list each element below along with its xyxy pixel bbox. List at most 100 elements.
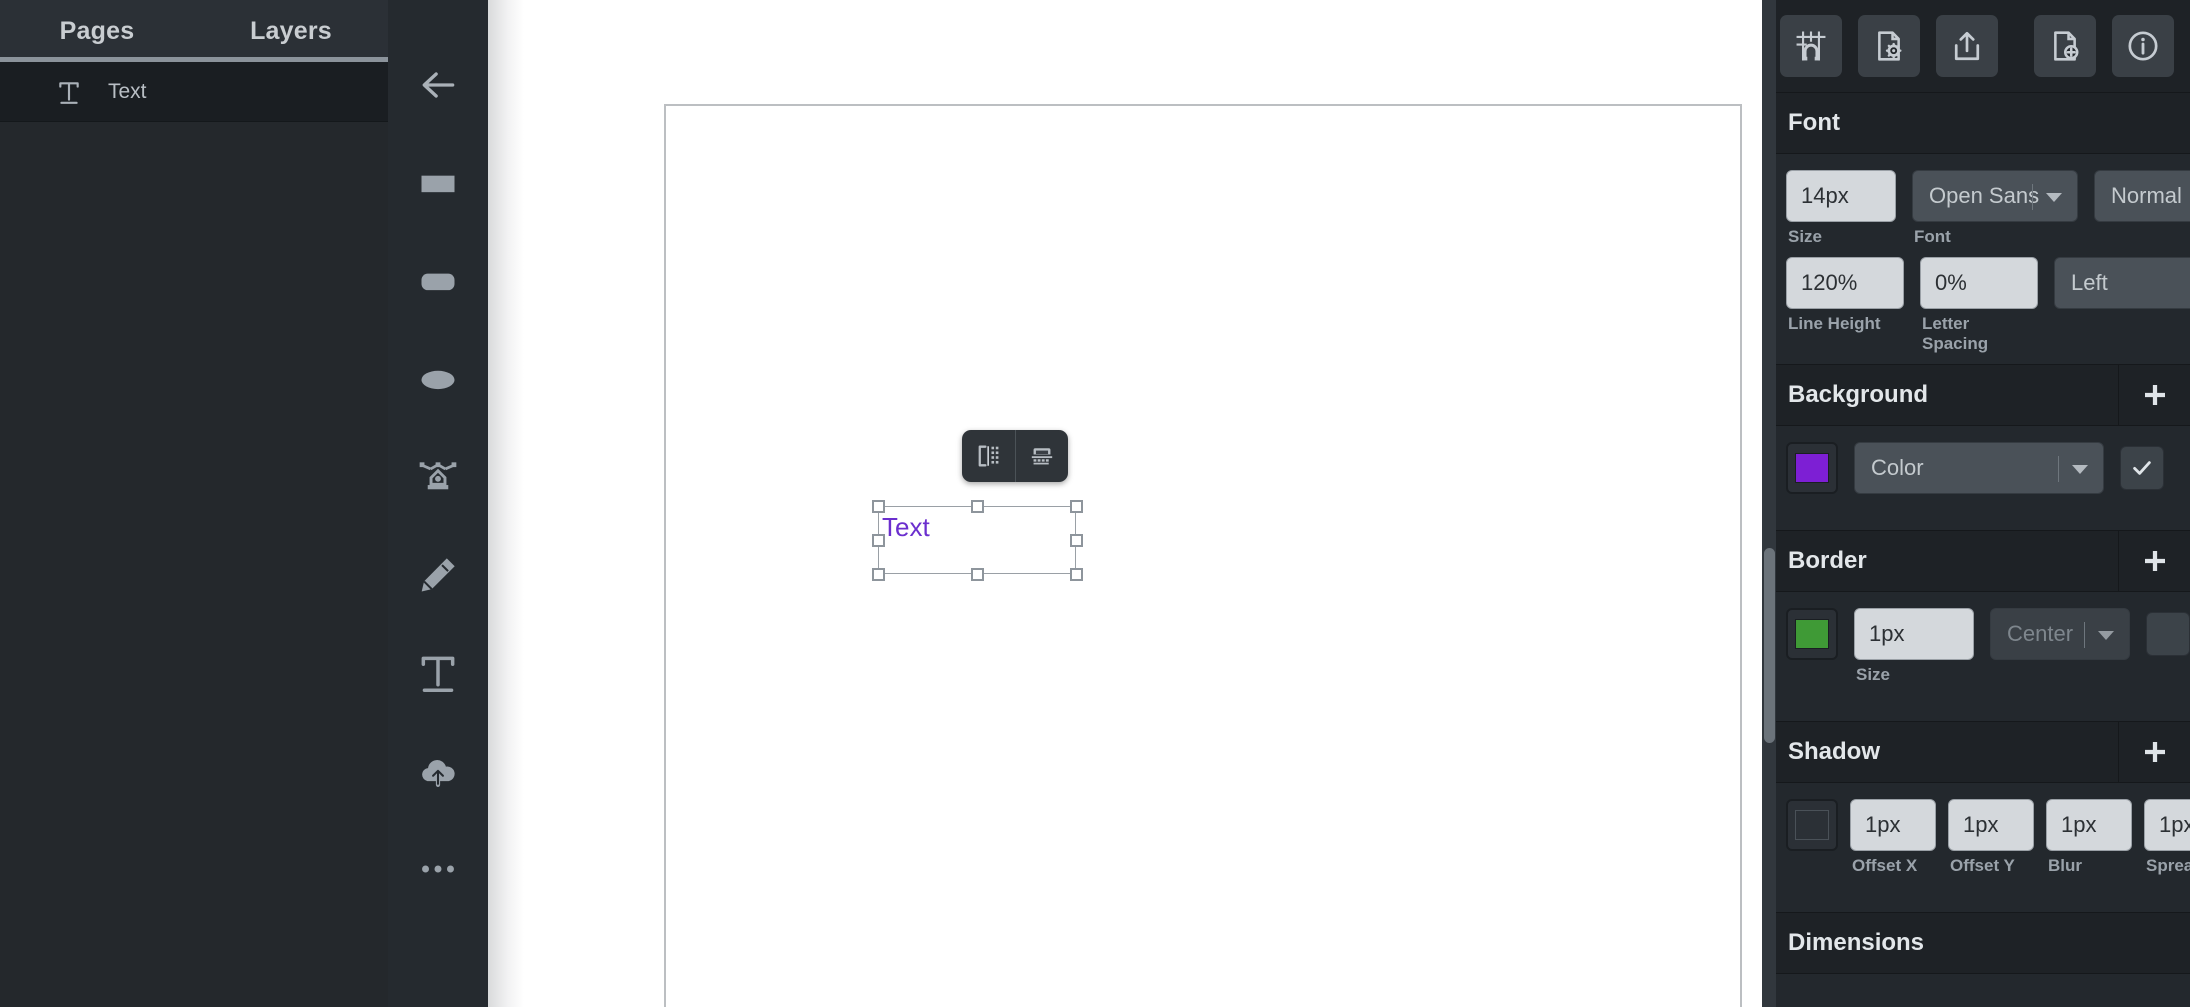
snap-grid-icon[interactable] [1780, 15, 1842, 77]
section-title: Font [1788, 109, 1840, 136]
border-size-input[interactable]: 1px [1854, 608, 1974, 660]
pencil-icon[interactable] [388, 526, 488, 624]
resize-handle-w[interactable] [872, 534, 885, 547]
section-header-background: Background [1764, 364, 2190, 426]
shadow-offset-y-label: Offset Y [1950, 856, 2015, 875]
text-layer-icon [56, 79, 82, 105]
letter-spacing-label: Letter Spacing [1922, 314, 1989, 353]
text-align-field: Left [2054, 257, 2190, 309]
border-enabled-checkbox[interactable] [2146, 612, 2190, 656]
canvas-page[interactable] [664, 104, 1742, 1007]
resize-handle-e[interactable] [1070, 534, 1083, 547]
section-body-border: 1px Size Center [1764, 592, 2190, 695]
properties-panel: Font 14px Size Open Sans Font Normal 120… [1762, 0, 2190, 1007]
swatch-fill [1795, 619, 1829, 649]
add-page-icon[interactable] [2034, 15, 2096, 77]
section-title: Background [1788, 381, 1929, 408]
chevron-down-icon [2032, 171, 2063, 223]
font-size-input[interactable]: 14px [1786, 170, 1896, 222]
more-options-icon[interactable] [388, 820, 488, 918]
add-border-button[interactable] [2118, 530, 2190, 592]
shadow-offset-y-field: 1px Offset Y [1948, 799, 2034, 876]
resize-handle-s[interactable] [971, 568, 984, 581]
swatch-fill [1795, 810, 1829, 840]
add-background-button[interactable] [2118, 364, 2190, 426]
pen-path-icon[interactable] [388, 428, 488, 526]
ellipse-icon[interactable] [388, 330, 488, 428]
add-shadow-button[interactable] [2118, 721, 2190, 783]
border-color-swatch[interactable] [1786, 608, 1838, 660]
font-family-value: Open Sans [1929, 183, 2040, 208]
properties-scrollbar[interactable] [1762, 0, 1776, 1007]
background-type-value: Color [1871, 455, 1924, 480]
tabs-underline [0, 57, 388, 62]
section-body-font: 14px Size Open Sans Font Normal 120% Lin… [1764, 154, 2190, 364]
text-align-select[interactable]: Left [2054, 257, 2190, 309]
font-size-field: 14px Size [1786, 170, 1896, 247]
section-header-shadow: Shadow [1764, 721, 2190, 783]
shadow-offset-x-label: Offset X [1852, 856, 1918, 875]
section-title: Border [1788, 547, 1867, 574]
border-position-select[interactable]: Center [1990, 608, 2130, 660]
background-color-swatch[interactable] [1786, 442, 1838, 494]
section-title: Dimensions [1788, 929, 1925, 956]
font-weight-select[interactable]: Normal [2094, 170, 2190, 222]
font-size-label: Size [1788, 227, 1823, 246]
section-header-font: Font [1764, 92, 2190, 154]
rounded-rectangle-icon[interactable] [388, 232, 488, 330]
layers-empty-area [0, 122, 388, 1007]
resize-handle-ne[interactable] [1070, 500, 1083, 513]
shadow-blur-field: 1px Blur [2046, 799, 2132, 876]
font-family-label: Font [1914, 227, 1951, 246]
canvas-area[interactable]: Text [488, 0, 1762, 1007]
background-enabled-checkbox[interactable] [2120, 446, 2164, 490]
selection-floating-toolbar [962, 430, 1068, 482]
shadow-spread-input[interactable]: 1px [2144, 799, 2190, 851]
resize-handle-se[interactable] [1070, 568, 1083, 581]
letter-spacing-field: 0% Letter Spacing [1920, 257, 2038, 354]
shadow-offset-x-field: 1px Offset X [1850, 799, 1936, 876]
shadow-blur-input[interactable]: 1px [2046, 799, 2132, 851]
tab-layers[interactable]: Layers [194, 0, 388, 62]
document-settings-icon[interactable] [1858, 15, 1920, 77]
scrollbar-thumb[interactable] [1764, 548, 1775, 743]
text-align-value: Left [2071, 270, 2108, 295]
canvas-text-object[interactable]: Text [882, 512, 930, 542]
section-body-background: Color [1764, 426, 2190, 504]
background-type-select[interactable]: Color [1854, 442, 2104, 494]
line-height-field: 120% Line Height [1786, 257, 1904, 334]
font-weight-field: Normal [2094, 170, 2190, 222]
rectangle-icon[interactable] [388, 134, 488, 232]
line-height-input[interactable]: 120% [1786, 257, 1904, 309]
tab-pages[interactable]: Pages [0, 0, 194, 62]
cloud-upload-icon[interactable] [388, 722, 488, 820]
keyboard-icon[interactable] [1015, 430, 1068, 482]
tool-rail [388, 0, 488, 1007]
text-tool-icon[interactable] [388, 624, 488, 722]
shadow-color-swatch[interactable] [1786, 799, 1838, 851]
left-panel-tabs: Pages Layers [0, 0, 388, 62]
list-item[interactable]: Text [0, 62, 388, 122]
edit-content-icon[interactable] [962, 430, 1015, 482]
section-separator [1764, 504, 2190, 530]
app-root: Pages Layers Text Text Font 14px Size Op… [0, 0, 2190, 1007]
shadow-offset-y-input[interactable]: 1px [1948, 799, 2034, 851]
resize-handle-nw[interactable] [872, 500, 885, 513]
line-height-label: Line Height [1788, 314, 1881, 333]
info-icon[interactable] [2112, 15, 2174, 77]
list-item-label: Text [108, 79, 147, 103]
canvas-left-shade [488, 0, 524, 1007]
section-body-shadow: 1px Offset X 1px Offset Y 1px Blur 1px S… [1764, 783, 2190, 886]
shadow-offset-x-input[interactable]: 1px [1850, 799, 1936, 851]
swatch-fill [1795, 453, 1829, 483]
resize-handle-sw[interactable] [872, 568, 885, 581]
section-title: Shadow [1788, 738, 1881, 765]
font-family-select[interactable]: Open Sans [1912, 170, 2078, 222]
back-arrow-icon[interactable] [388, 36, 488, 134]
letter-spacing-input[interactable]: 0% [1920, 257, 2038, 309]
export-share-icon[interactable] [1936, 15, 1998, 77]
shadow-spread-field: 1px Spread [2144, 799, 2190, 876]
resize-handle-n[interactable] [971, 500, 984, 513]
chevron-down-icon [2058, 443, 2089, 495]
font-weight-value: Normal [2111, 183, 2182, 208]
